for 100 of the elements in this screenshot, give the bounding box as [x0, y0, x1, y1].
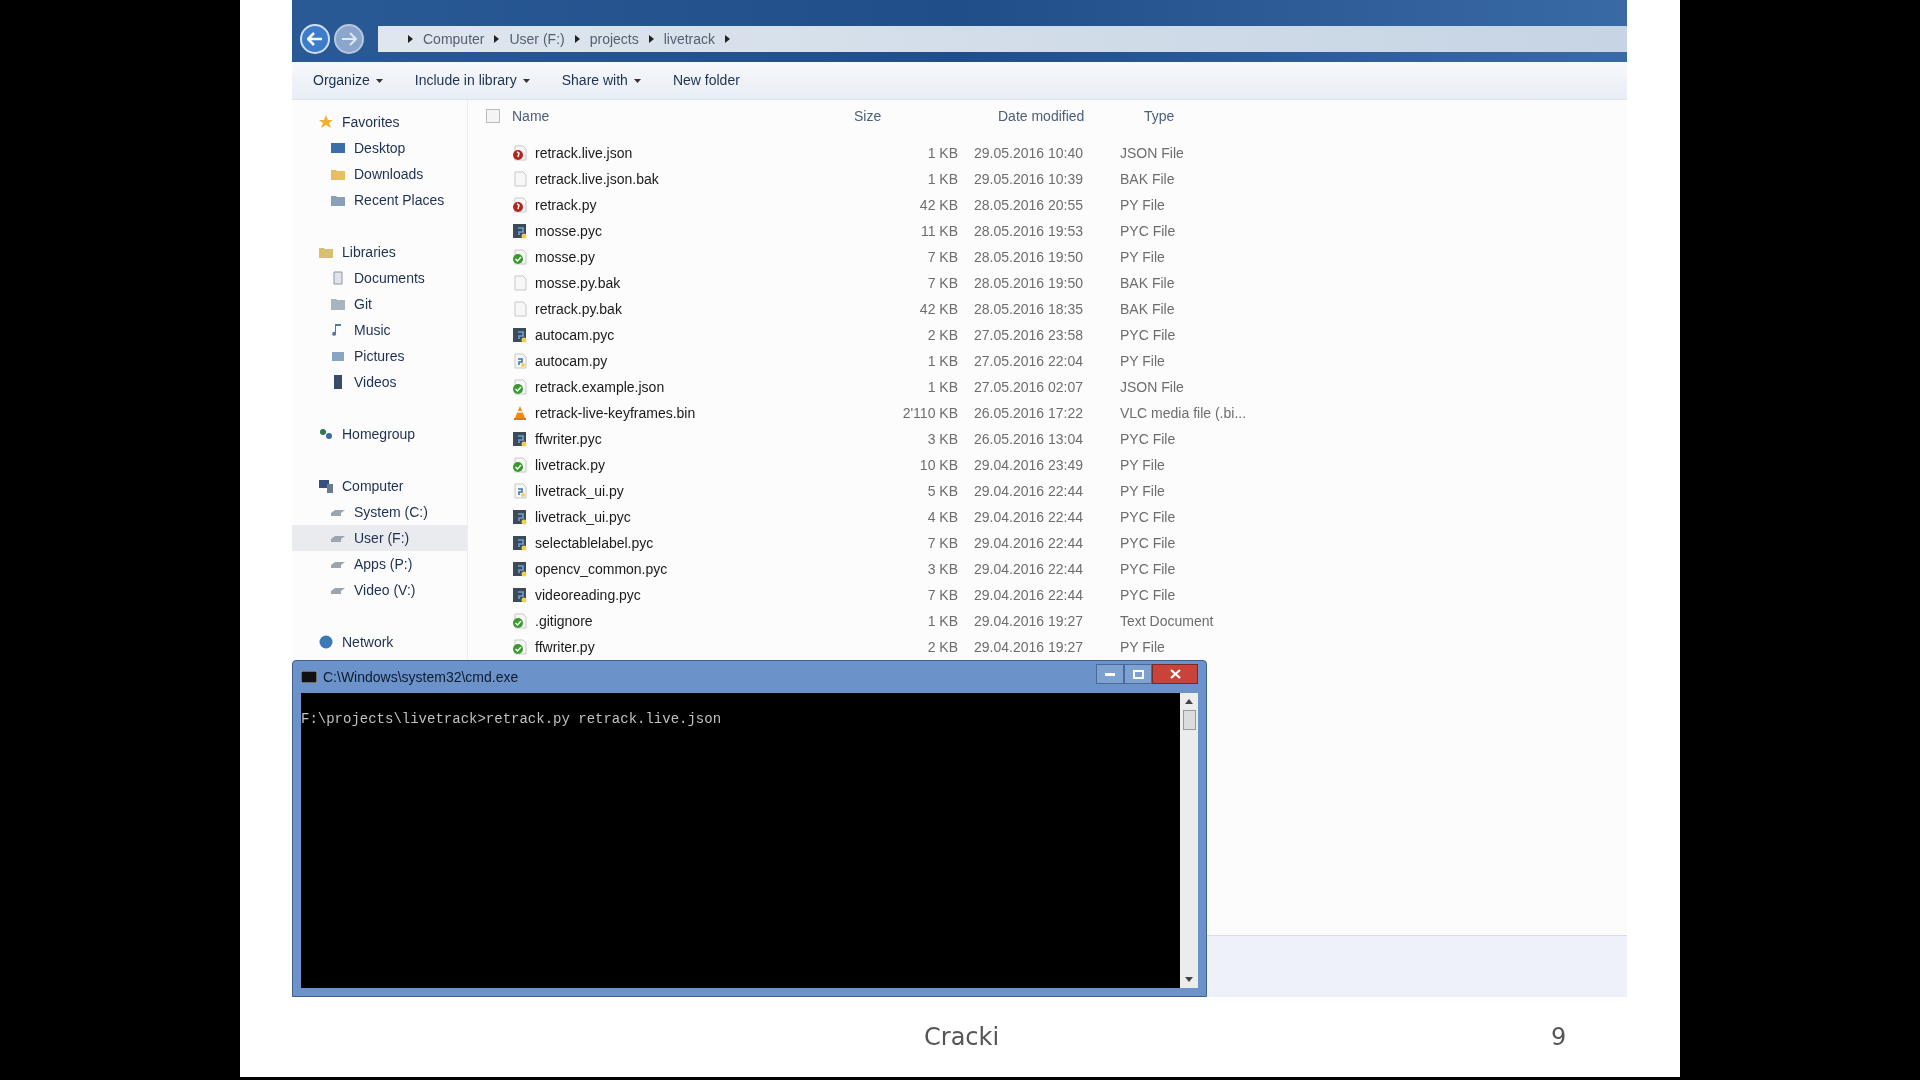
file-size: 11 KB: [919, 221, 958, 241]
scroll-thumb[interactable]: [1182, 710, 1196, 730]
back-button[interactable]: [300, 24, 330, 54]
file-date: 27.05.2016 23:58: [974, 325, 1084, 345]
sidebar-item[interactable]: System (C:): [292, 499, 467, 525]
file-date: 28.05.2016 18:35: [974, 299, 1084, 319]
file-row[interactable]: retrack-live-keyframes.bin 2'110 KB 26.05.2016 17:22 VLC media file (.bi...: [468, 400, 1627, 426]
file-row[interactable]: ffwriter.py 2 KB 29.04.2016 19:27 PY File: [468, 634, 1627, 660]
file-row[interactable]: ffwriter.pyc 3 KB 26.05.2016 13:04 PYC File: [468, 426, 1627, 452]
sidebar-item[interactable]: User (F:): [292, 525, 467, 551]
file-size: 2'110 KB: [901, 403, 958, 423]
toolbar-button[interactable]: New folder: [672, 70, 740, 91]
toolbar-button[interactable]: Include in library: [414, 70, 530, 91]
sidebar-item[interactable]: Videos: [292, 369, 467, 395]
file-name: mosse.py.bak: [535, 273, 622, 293]
sidebar-item[interactable]: Downloads: [292, 161, 467, 187]
file-type: PY File: [1120, 455, 1165, 475]
file-size: 7 KB: [926, 585, 958, 605]
file-row[interactable]: opencv_common.pyc 3 KB 29.04.2016 22:44 PYC File: [468, 556, 1627, 582]
sidebar-item[interactable]: Git: [292, 291, 467, 317]
file-date: 29.04.2016 22:44: [974, 481, 1084, 501]
sidebar-item[interactable]: Libraries: [292, 239, 467, 265]
folder-icon: [330, 296, 346, 312]
file-date: 29.04.2016 22:44: [974, 507, 1084, 527]
file-icon: [512, 509, 528, 525]
sidebar-item[interactable]: Favorites: [292, 109, 467, 135]
select-all-checkbox[interactable]: [486, 109, 500, 123]
file-name: retrack-live-keyframes.bin: [535, 403, 697, 423]
toolbar-button[interactable]: Organize: [313, 70, 383, 91]
file-icon: [512, 249, 528, 265]
file-row[interactable]: retrack.example.json 1 KB 27.05.2016 02:07 JSON File: [468, 374, 1627, 400]
file-row[interactable]: retrack.py.bak 42 KB 28.05.2016 18:35 BAK File: [468, 296, 1627, 322]
file-type: PY File: [1120, 195, 1165, 215]
file-row[interactable]: livetrack_ui.py 5 KB 29.04.2016 22:44 PY File: [468, 478, 1627, 504]
console-line: F:\projects\livetrack>retrack.py retrack.live.json: [301, 711, 723, 727]
forward-arrow-icon: [341, 32, 357, 46]
file-icon: [512, 171, 528, 187]
toolbar-button[interactable]: Share with: [561, 70, 641, 91]
breadcrumb-item[interactable]: projects: [589, 28, 639, 50]
terminal-icon: [301, 671, 317, 683]
column-header[interactable]: Type: [1144, 105, 1175, 127]
column-header[interactable]: Name: [512, 105, 854, 127]
file-type: PYC File: [1120, 507, 1176, 527]
slide-number: 9: [1551, 1022, 1567, 1053]
homegroup-icon: [318, 426, 334, 442]
maximize-icon: [1132, 669, 1144, 679]
address-bar[interactable]: Computer User (F:) projects livetrack: [378, 26, 1627, 52]
close-button[interactable]: [1152, 664, 1198, 684]
file-name: opencv_common.pyc: [535, 559, 669, 579]
column-header[interactable]: Size: [854, 105, 998, 127]
file-name: autocam.pyc: [535, 325, 616, 345]
sidebar-item[interactable]: Recent Places: [292, 187, 467, 213]
sidebar-item[interactable]: Homegroup: [292, 421, 467, 447]
file-type: BAK File: [1120, 273, 1175, 293]
file-icon: [512, 145, 528, 161]
file-row[interactable]: livetrack.py 10 KB 29.04.2016 23:49 PY File: [468, 452, 1627, 478]
sidebar-item[interactable]: Computer: [292, 473, 467, 499]
back-arrow-icon: [307, 32, 323, 46]
document-icon: [330, 270, 346, 286]
file-icon: [512, 457, 528, 473]
file-type: JSON File: [1120, 377, 1184, 397]
file-row[interactable]: mosse.py 7 KB 28.05.2016 19:50 PY File: [468, 244, 1627, 270]
sidebar-item[interactable]: Music: [292, 317, 467, 343]
file-type: VLC media file (.bi...: [1120, 403, 1247, 423]
star-icon: [318, 114, 334, 130]
file-name: mosse.pyc: [535, 221, 603, 241]
file-date: 29.04.2016 22:44: [974, 533, 1084, 553]
sidebar-item[interactable]: Desktop: [292, 135, 467, 161]
close-icon: [1169, 669, 1181, 679]
sidebar-item[interactable]: Pictures: [292, 343, 467, 369]
sidebar-item[interactable]: Video (V:): [292, 577, 467, 603]
sidebar-item[interactable]: Documents: [292, 265, 467, 291]
cone-icon: [512, 405, 528, 421]
minimize-button[interactable]: [1096, 664, 1124, 684]
file-date: 26.05.2016 17:22: [974, 403, 1084, 423]
breadcrumb-item[interactable]: User (F:): [509, 28, 565, 50]
maximize-button[interactable]: [1124, 664, 1152, 684]
file-row[interactable]: retrack.live.json 1 KB 29.05.2016 10:40 JSON File: [468, 140, 1627, 166]
breadcrumb-item[interactable]: livetrack: [663, 28, 716, 50]
file-row[interactable]: mosse.pyc 11 KB 28.05.2016 19:53 PYC File: [468, 218, 1627, 244]
file-row[interactable]: selectablelabel.pyc 7 KB 29.04.2016 22:44 PYC File: [468, 530, 1627, 556]
file-date: 29.05.2016 10:39: [974, 169, 1084, 189]
chevron-right-icon: [408, 35, 413, 43]
file-row[interactable]: retrack.py 42 KB 28.05.2016 20:55 PY File: [468, 192, 1627, 218]
column-header[interactable]: Date modified: [998, 105, 1144, 127]
forward-button[interactable]: [334, 24, 364, 54]
sidebar-item[interactable]: Apps (P:): [292, 551, 467, 577]
slide-author: Cracki: [924, 1022, 1000, 1053]
sidebar-item[interactable]: Network: [292, 629, 467, 655]
file-row[interactable]: videoreading.pyc 7 KB 29.04.2016 22:44 PYC File: [468, 582, 1627, 608]
file-row[interactable]: retrack.live.json.bak 1 KB 29.05.2016 10:39 BAK File: [468, 166, 1627, 192]
file-name: videoreading.pyc: [535, 585, 642, 605]
file-row[interactable]: autocam.py 1 KB 27.05.2016 22:04 PY File: [468, 348, 1627, 374]
file-row[interactable]: autocam.pyc 2 KB 27.05.2016 23:58 PYC File: [468, 322, 1627, 348]
file-size: 10 KB: [918, 455, 958, 475]
file-size: 42 KB: [918, 299, 958, 319]
breadcrumb-item[interactable]: Computer: [423, 28, 485, 50]
file-row[interactable]: mosse.py.bak 7 KB 28.05.2016 19:50 BAK File: [468, 270, 1627, 296]
file-row[interactable]: .gitignore 1 KB 29.04.2016 19:27 Text Document: [468, 608, 1627, 634]
file-row[interactable]: livetrack_ui.pyc 4 KB 29.04.2016 22:44 PYC File: [468, 504, 1627, 530]
